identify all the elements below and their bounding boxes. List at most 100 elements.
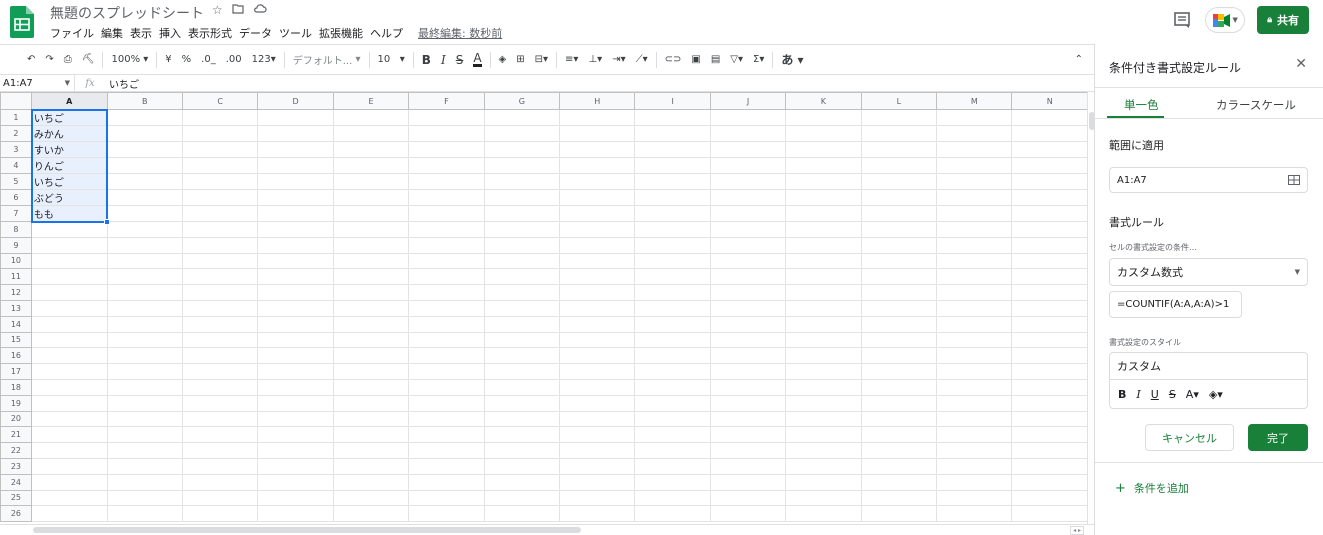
cell-n10[interactable]	[1011, 252, 1088, 270]
cell-b19[interactable]	[106, 394, 183, 412]
cell-j7[interactable]	[709, 205, 787, 222]
cell-d10[interactable]	[257, 252, 334, 270]
cell-l13[interactable]	[860, 299, 938, 317]
cell-n22[interactable]	[1011, 442, 1088, 459]
cell-i21[interactable]	[634, 426, 711, 444]
cell-j5[interactable]	[709, 173, 787, 190]
cell-l1[interactable]	[860, 109, 938, 126]
cell-a7[interactable]: もも	[30, 205, 108, 222]
cell-a4[interactable]: りんご	[30, 157, 108, 174]
cell-e9[interactable]	[332, 236, 410, 254]
cell-i18[interactable]	[634, 378, 711, 396]
cell-e1[interactable]	[332, 109, 410, 126]
cell-e8[interactable]	[332, 221, 410, 238]
cell-n23[interactable]	[1011, 457, 1088, 475]
cell-f13[interactable]	[408, 299, 485, 317]
bold-icon[interactable]: B	[1118, 388, 1126, 401]
cell-m18[interactable]	[936, 378, 1013, 396]
cell-f9[interactable]	[408, 236, 485, 254]
cell-l4[interactable]	[860, 157, 938, 174]
cell-n11[interactable]	[1011, 268, 1088, 286]
cell-g21[interactable]	[483, 426, 561, 444]
cell-i11[interactable]	[634, 268, 711, 286]
cell-b24[interactable]	[106, 473, 183, 491]
cell-a3[interactable]: すいか	[30, 141, 108, 158]
cell-h16[interactable]	[559, 347, 636, 365]
cell-b21[interactable]	[106, 426, 183, 444]
cell-m19[interactable]	[936, 394, 1013, 412]
column-header-e[interactable]: E	[332, 92, 410, 110]
text-wrap-icon[interactable]: ⇥▾	[607, 54, 630, 65]
cell-m17[interactable]	[936, 363, 1013, 380]
cell-c4[interactable]	[181, 157, 259, 174]
cell-i25[interactable]	[634, 489, 711, 507]
cell-e25[interactable]	[332, 489, 410, 507]
move-folder-icon[interactable]	[232, 3, 244, 17]
cell-e17[interactable]	[332, 363, 410, 380]
cell-d7[interactable]	[257, 205, 334, 222]
cell-i14[interactable]	[634, 315, 711, 333]
cell-h6[interactable]	[559, 189, 636, 206]
cell-e2[interactable]	[332, 125, 410, 142]
spreadsheet-grid[interactable]: A B C D E F G H I J K L M N 1 いちご 2 みかん 3 すいか 4 りんご 5 いちご 6 ぶどう 7 も…	[0, 92, 1088, 524]
cell-d26[interactable]	[257, 505, 334, 523]
cell-f4[interactable]	[408, 157, 485, 174]
cell-m12[interactable]	[936, 284, 1013, 301]
cell-f6[interactable]	[408, 189, 485, 206]
menu-tools[interactable]: ツール	[279, 25, 312, 41]
row-header[interactable]: 10	[0, 252, 32, 270]
cell-i7[interactable]	[634, 205, 711, 222]
cell-e26[interactable]	[332, 505, 410, 523]
cell-h14[interactable]	[559, 315, 636, 333]
cell-f3[interactable]	[408, 141, 485, 158]
menu-file[interactable]: ファイル	[50, 25, 94, 41]
cell-m2[interactable]	[936, 125, 1013, 142]
cell-i17[interactable]	[634, 363, 711, 380]
row-header[interactable]: 6	[0, 189, 32, 206]
cell-i24[interactable]	[634, 473, 711, 491]
cell-i22[interactable]	[634, 442, 711, 459]
cell-a20[interactable]	[30, 410, 108, 428]
cell-e21[interactable]	[332, 426, 410, 444]
cell-j22[interactable]	[709, 442, 787, 459]
cell-m20[interactable]	[936, 410, 1013, 428]
cell-c15[interactable]	[181, 331, 259, 349]
cell-c2[interactable]	[181, 125, 259, 142]
cell-n16[interactable]	[1011, 347, 1088, 365]
undo-icon[interactable]: ↶	[22, 54, 40, 65]
cell-a22[interactable]	[30, 442, 108, 459]
cell-c10[interactable]	[181, 252, 259, 270]
cell-c18[interactable]	[181, 378, 259, 396]
cell-g20[interactable]	[483, 410, 561, 428]
cell-j11[interactable]	[709, 268, 787, 286]
row-header[interactable]: 17	[0, 363, 32, 380]
cell-c11[interactable]	[181, 268, 259, 286]
cell-h21[interactable]	[559, 426, 636, 444]
row-header[interactable]: 3	[0, 141, 32, 158]
cell-g5[interactable]	[483, 173, 561, 190]
cell-a1[interactable]: いちご	[30, 109, 108, 126]
cell-g13[interactable]	[483, 299, 561, 317]
cell-h22[interactable]	[559, 442, 636, 459]
cell-g6[interactable]	[483, 189, 561, 206]
row-header[interactable]: 7	[0, 205, 32, 222]
cell-g17[interactable]	[483, 363, 561, 380]
cell-f25[interactable]	[408, 489, 485, 507]
cell-c24[interactable]	[181, 473, 259, 491]
cell-g16[interactable]	[483, 347, 561, 365]
column-header-g[interactable]: G	[483, 92, 561, 110]
cell-n6[interactable]	[1011, 189, 1088, 206]
cell-m24[interactable]	[936, 473, 1013, 491]
cell-h2[interactable]	[559, 125, 636, 142]
cell-h13[interactable]	[559, 299, 636, 317]
cell-d5[interactable]	[257, 173, 334, 190]
cell-l2[interactable]	[860, 125, 938, 142]
cell-n1[interactable]	[1011, 109, 1088, 126]
cell-h11[interactable]	[559, 268, 636, 286]
cell-j4[interactable]	[709, 157, 787, 174]
cell-f22[interactable]	[408, 442, 485, 459]
cell-b13[interactable]	[106, 299, 183, 317]
cell-l19[interactable]	[860, 394, 938, 412]
star-icon[interactable]: ☆	[212, 3, 223, 17]
document-title[interactable]: 無題のスプレッドシート	[50, 3, 204, 23]
